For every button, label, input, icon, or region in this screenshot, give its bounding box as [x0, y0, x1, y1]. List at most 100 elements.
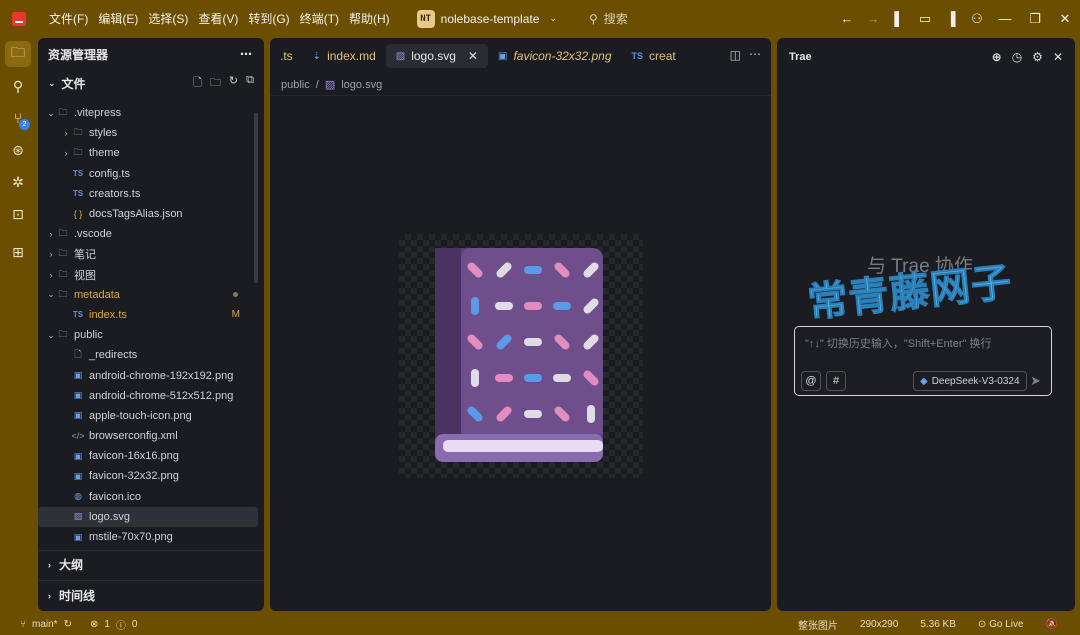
tree-item[interactable]: ◍ favicon.ico	[38, 487, 258, 507]
search-icon[interactable]: ⚲	[5, 73, 31, 99]
menu-item[interactable]: 转到(G)	[243, 10, 294, 27]
tree-item-label: browserconfig.xml	[89, 430, 178, 443]
history-icon[interactable]: ◷	[1012, 50, 1022, 64]
timeline-section-header[interactable]: › 时间线	[38, 580, 264, 610]
send-icon[interactable]: ➤	[1030, 373, 1041, 389]
minimize-icon[interactable]: —	[990, 11, 1020, 26]
toggle-bottom-panel-icon[interactable]: ▭	[912, 11, 938, 27]
refresh-icon[interactable]: ↻	[229, 74, 238, 93]
tree-item[interactable]: › 🗀 styles	[38, 123, 258, 143]
go-live-button[interactable]: ⊙ Go Live	[978, 619, 1024, 630]
context-button[interactable]: #	[826, 371, 846, 391]
tree-item[interactable]: </> browserconfig.xml	[38, 426, 258, 446]
new-file-icon[interactable]: 🗋	[193, 74, 202, 93]
split-editor-icon[interactable]: ◫	[730, 48, 741, 62]
collapse-all-icon[interactable]: ⧉	[246, 74, 254, 93]
chat-input-placeholder: "↑↓" 切换历史输入，"Shift+Enter" 换行	[805, 338, 992, 350]
tree-item[interactable]: ▣ android-chrome-192x192.png	[38, 365, 258, 385]
account-icon[interactable]: ⚇	[964, 11, 990, 27]
whale-icon: ◆	[920, 375, 928, 387]
tree-item[interactable]: 🗋 _redirects	[38, 345, 258, 365]
menu-item[interactable]: 帮助(H)	[344, 10, 395, 27]
close-icon[interactable]: ✕	[1050, 11, 1080, 27]
breadcrumb-folder[interactable]: public	[281, 79, 310, 91]
new-folder-icon[interactable]: 🗀	[210, 74, 221, 93]
tree-item[interactable]: ▣ android-chrome-512x512.png	[38, 386, 258, 406]
tree-item[interactable]: ▣ mstile-70x70.png	[38, 527, 258, 547]
chevron-right-icon: ›	[49, 229, 53, 240]
search-box[interactable]: ⚲ 搜索	[589, 10, 628, 27]
chat-input[interactable]: "↑↓" 切换历史输入，"Shift+Enter" 换行 @ # ◆ DeepS…	[794, 326, 1052, 396]
menu-item[interactable]: 选择(S)	[143, 10, 193, 27]
model-selector[interactable]: ◆ DeepSeek-V3-0324	[913, 371, 1027, 391]
tree-item-label: apple-touch-icon.png	[89, 409, 192, 422]
tree-item[interactable]: TS creators.ts	[38, 184, 258, 204]
more-actions-icon[interactable]: ⋯	[749, 47, 761, 61]
menu-item[interactable]: 编辑(E)	[93, 10, 143, 27]
tree-item-label: favicon-32x32.png	[89, 470, 179, 483]
debug-icon[interactable]: ✲	[5, 169, 31, 195]
new-chat-icon[interactable]: ⊕	[992, 50, 1002, 64]
menu-bar: 文件(F) 编辑(E) 选择(S) 查看(V) 转到(G) 终端(T) 帮助(H)	[44, 10, 395, 27]
editor-tab[interactable]: .ts	[270, 44, 303, 68]
warning-count[interactable]: 0	[132, 619, 138, 630]
close-icon[interactable]: ✕	[1053, 50, 1063, 64]
source-control-icon[interactable]: ⑂ 2	[5, 105, 31, 131]
tree-item[interactable]: ▣ apple-touch-icon.png	[38, 406, 258, 426]
tree-item[interactable]: › 🗀 theme	[38, 143, 258, 163]
extensions-icon[interactable]: ⊞	[5, 239, 31, 265]
tree-item[interactable]: ⌄ 🗀 .vitepress	[38, 103, 258, 123]
book-pattern-dash	[471, 369, 479, 387]
outline-section-header[interactable]: › 大纲	[38, 550, 264, 578]
error-icon: ⊗	[89, 618, 99, 630]
forward-arrow-icon[interactable]: →	[860, 11, 886, 26]
activity-bar: 🗀 ⚲ ⑂ 2 ⊛ ✲ ⊡ ⊞	[0, 37, 37, 612]
breadcrumb-file[interactable]: logo.svg	[341, 79, 382, 91]
tree-item[interactable]: › 🗀 笔记	[38, 244, 258, 264]
tree-item[interactable]: ▣ favicon-32x32.png	[38, 466, 258, 486]
back-arrow-icon[interactable]: ←	[834, 11, 860, 26]
notifications-icon[interactable]: 🔕	[1046, 619, 1058, 630]
close-tab-icon[interactable]: ✕	[468, 49, 478, 63]
restore-icon[interactable]: ❐	[1020, 11, 1050, 27]
tree-item[interactable]: › 🗀 .vscode	[38, 224, 258, 244]
folder-icon: 🗀	[58, 228, 68, 239]
toggle-left-panel-icon[interactable]: ▌	[886, 11, 912, 26]
watermark-text: 常青藤网子	[805, 259, 1015, 327]
tree-item[interactable]: ⌄ 🗀 metadata	[38, 285, 258, 305]
mention-button[interactable]: @	[801, 371, 821, 391]
tree-item[interactable]: TS config.ts	[38, 164, 258, 184]
tree-item[interactable]: { } docsTagsAlias.json	[38, 204, 258, 224]
sync-icon[interactable]: ↻	[64, 619, 72, 630]
project-switcher[interactable]: NT nolebase-template ⌄	[416, 9, 557, 28]
explorer-panel: 资源管理器 ⋯ ⌄ 文件 🗋 🗀 ↻ ⧉ ⌄ 🗀 .vitepress › 🗀 style…	[38, 38, 264, 611]
tree-item[interactable]: TS index.ts M	[38, 305, 258, 325]
editor-tab[interactable]: TS creat	[622, 44, 686, 68]
menu-item[interactable]: 文件(F)	[44, 10, 93, 27]
search-icon: ⚲	[588, 11, 598, 26]
editor-tab[interactable]: ▨ logo.svg ✕	[385, 44, 488, 68]
remote-explorer-icon[interactable]: ⊡	[5, 201, 31, 227]
chevron-down-icon: ⌄	[47, 329, 55, 340]
remote-icon[interactable]: ⊛	[5, 137, 31, 163]
editor-tab[interactable]: ▣ favicon-32x32.png	[488, 44, 622, 68]
branch-name[interactable]: main*	[32, 619, 58, 630]
settings-gear-icon[interactable]: ⚙	[1032, 50, 1043, 64]
tree-item[interactable]: ⌄ 🗀 public	[38, 325, 258, 345]
menu-item[interactable]: 终端(T)	[295, 10, 344, 27]
more-actions-icon[interactable]: ⋯	[240, 47, 252, 61]
chevron-right-icon: ›	[48, 559, 51, 570]
tree-item-label: mstile-70x70.png	[89, 531, 173, 544]
explorer-scrollbar[interactable]	[254, 113, 258, 283]
explorer-icon[interactable]: 🗀	[5, 41, 31, 67]
tree-item[interactable]: › 🗀 视图	[38, 265, 258, 285]
tree-item[interactable]: ▨ logo.svg	[38, 506, 258, 527]
toggle-right-panel-icon[interactable]: ▐	[938, 11, 964, 26]
img-icon: ▣	[73, 450, 83, 461]
editor-tab[interactable]: ⇣ index.md	[303, 44, 386, 68]
files-section-header[interactable]: ⌄ 文件 🗋 🗀 ↻ ⧉	[38, 70, 264, 96]
error-count[interactable]: 1	[104, 619, 110, 630]
zoom-fit-label[interactable]: 整张图片	[798, 617, 838, 632]
tree-item[interactable]: ▣ favicon-16x16.png	[38, 446, 258, 466]
menu-item[interactable]: 查看(V)	[193, 10, 243, 27]
